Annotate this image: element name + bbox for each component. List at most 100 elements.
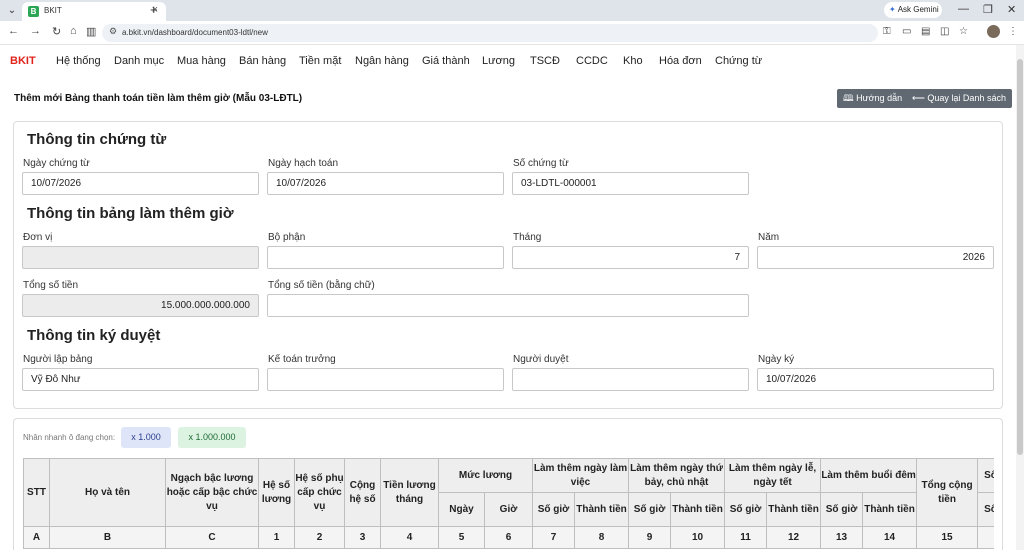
total-words-input[interactable] [267, 294, 749, 317]
total-amount-input [22, 294, 259, 317]
th-full-name: Họ và tên [49, 458, 166, 527]
chief-accountant-label: Kế toán trưởng [268, 354, 336, 365]
approver-input[interactable] [512, 368, 749, 391]
sidepanel-icon[interactable]: ▥ [86, 25, 96, 38]
quick-multiply-label: Nhân nhanh ô đang chọn: [23, 433, 116, 442]
menu-kho[interactable]: Kho [623, 55, 643, 67]
scrollbar-thumb[interactable] [1017, 59, 1023, 455]
menu-mua-hang[interactable]: Mua hàng [177, 55, 226, 67]
browser-tab[interactable]: B BKIT × [22, 2, 166, 21]
th-rate-hour: Giờ [483, 492, 534, 527]
ask-gemini-label: Ask Gemini [897, 5, 939, 14]
year-input[interactable] [757, 246, 994, 269]
menu-gia-thanh[interactable]: Giá thành [422, 55, 470, 67]
th-weekend-amount: Thành tiền [670, 492, 726, 527]
menu-ngan-hang[interactable]: Ngân hàng [355, 55, 409, 67]
column-code-row: ABC12345678910111213141516 [23, 526, 994, 549]
th-weekday-amount: Thành tiền [574, 492, 630, 527]
page-title: Thêm mới Bảng thanh toán tiền làm thêm g… [14, 93, 303, 104]
browser-toolbar: ← → ↻ ⌂ ▥ ⚙ a.bkit.vn/dashboard/document… [0, 21, 1024, 45]
th-rate-day: Ngày [438, 492, 485, 527]
posting-date-label: Ngày hạch toán [268, 158, 339, 169]
multiply-1000000-button[interactable]: x 1.000.000 [178, 427, 246, 448]
overtime-section-title: Thông tin bảng làm thêm giờ [27, 205, 234, 222]
month-input[interactable] [512, 246, 749, 269]
voucher-date-input[interactable] [22, 172, 259, 195]
tab-title: BKIT [44, 6, 62, 15]
menu-danh-muc[interactable]: Danh mục [114, 55, 164, 67]
back-to-list-button[interactable]: ⟵ Quay lại Danh sách [906, 89, 1012, 108]
column-code-cell: 13 [820, 526, 864, 549]
menu-luong[interactable]: Lương [482, 55, 515, 67]
total-words-label: Tổng số tiền (bằng chữ) [268, 280, 375, 291]
menu-ccdc[interactable]: CCDC [576, 55, 608, 67]
split-icon[interactable]: ◫ [940, 26, 949, 37]
th-total-amount: Tổng cộng tiền [916, 458, 979, 527]
forward-icon[interactable]: → [30, 25, 41, 37]
app-navbar: BKIT Hệ thống Danh mục Mua hàng Bán hàng… [0, 45, 1016, 77]
tab-search-icon[interactable]: ⌄ [4, 3, 20, 19]
th-night-overtime: Làm thêm buổi đêm [820, 458, 918, 493]
book-icon: 🕮 [843, 93, 857, 103]
reader-icon[interactable]: ▤ [921, 26, 930, 37]
overtime-table: STT Họ và tên Ngạch bậc lương hoặc cấp b… [23, 458, 994, 549]
restore-icon[interactable]: ❐ [983, 3, 993, 16]
column-code-cell: 11 [724, 526, 768, 549]
th-salary-coefficient: Hệ số lương [258, 458, 295, 527]
th-stt: STT [23, 458, 50, 527]
menu-he-thong[interactable]: Hệ thống [56, 55, 101, 67]
voucher-number-input[interactable] [512, 172, 749, 195]
menu-ban-hang[interactable]: Bán hàng [239, 55, 286, 67]
back-button-label: Quay lại Danh sách [927, 93, 1006, 103]
column-code-cell: 5 [438, 526, 485, 549]
minimize-icon[interactable]: — [958, 3, 969, 15]
column-code-cell: 12 [766, 526, 822, 549]
menu-tscd[interactable]: TSCĐ [530, 55, 560, 67]
bookmark-icon[interactable]: ☆ [959, 26, 968, 37]
address-bar[interactable]: ⚙ a.bkit.vn/dashboard/document03-ldtl/ne… [102, 24, 878, 42]
sign-date-input[interactable] [757, 368, 994, 391]
menu-chung-tu[interactable]: Chứng từ [715, 55, 762, 67]
column-code-cell: 2 [294, 526, 345, 549]
approver-label: Người duyệt [513, 354, 569, 365]
voucher-date-label: Ngày chứng từ [23, 158, 90, 169]
back-icon[interactable]: ← [8, 25, 19, 37]
department-input[interactable] [267, 246, 504, 269]
posting-date-input[interactable] [267, 172, 504, 195]
th-holiday-hours: Số giờ [724, 492, 768, 527]
page-scrollbar[interactable] [1016, 45, 1024, 550]
chief-accountant-input[interactable] [267, 368, 504, 391]
column-code-cell: 6 [483, 526, 534, 549]
overtime-table-wrapper[interactable]: STT Họ và tên Ngạch bậc lương hoặc cấp b… [23, 458, 994, 550]
window-close-icon[interactable]: ✕ [1007, 3, 1016, 16]
guide-button-label: Hướng dẫn [856, 93, 903, 103]
reload-icon[interactable]: ↻ [52, 25, 61, 38]
sign-date-label: Ngày ký [758, 354, 795, 365]
column-code-cell: 8 [574, 526, 630, 549]
column-code-cell: 4 [380, 526, 439, 549]
profile-avatar[interactable] [987, 25, 1000, 38]
column-code-cell: 7 [532, 526, 576, 549]
preparer-label: Người lập bảng [23, 354, 93, 365]
multiply-1000-button[interactable]: x 1.000 [121, 427, 171, 448]
department-label: Bộ phận [268, 232, 306, 243]
preparer-input[interactable] [22, 368, 259, 391]
th-weekday-overtime: Làm thêm ngày làm việc [532, 458, 630, 493]
brand-logo[interactable]: BKIT [10, 55, 36, 67]
menu-hoa-don[interactable]: Hóa đơn [659, 55, 702, 67]
menu-tien-mat[interactable]: Tiền mặt [299, 55, 341, 67]
more-menu-icon[interactable]: ⋮ [1008, 26, 1018, 37]
card-icon[interactable]: ▭ [902, 26, 911, 37]
column-code-cell: 10 [670, 526, 726, 549]
home-icon[interactable]: ⌂ [70, 25, 77, 37]
voucher-section-title: Thông tin chứng từ [27, 131, 167, 148]
ask-gemini-button[interactable]: ✦ Ask Gemini [884, 2, 942, 18]
th-days-off-hours: Số giờ [977, 492, 994, 527]
guide-button[interactable]: 🕮 Hướng dẫn [837, 89, 909, 108]
th-allowance-coefficient: Hệ số phụ cấp chức vụ [294, 458, 345, 527]
th-night-amount: Thành tiền [862, 492, 918, 527]
key-icon[interactable]: ⚿ [883, 26, 891, 37]
bkit-favicon: B [28, 6, 39, 17]
new-tab-icon[interactable]: + [150, 2, 158, 17]
site-info-icon[interactable]: ⚙ [109, 26, 117, 37]
